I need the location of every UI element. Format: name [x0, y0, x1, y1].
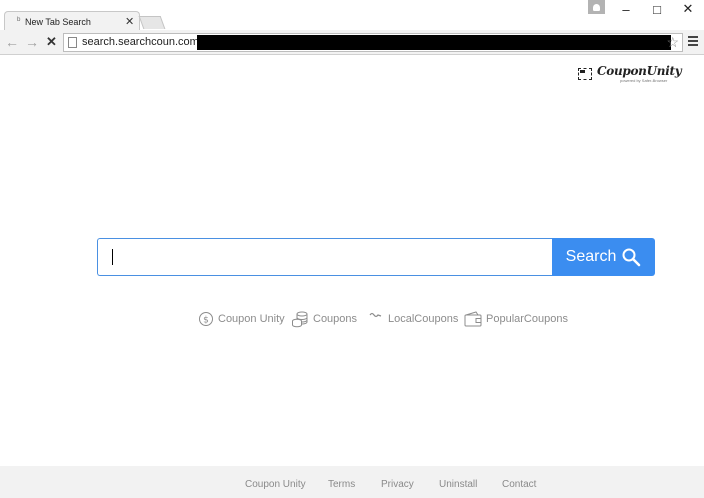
wallet-icon — [464, 311, 482, 327]
minimize-button[interactable]: – — [611, 0, 641, 18]
quicklink-label: PopularCoupons — [486, 313, 568, 325]
dollar-coin-icon: $ — [199, 312, 213, 326]
coin-stack-icon — [292, 311, 308, 328]
stop-button[interactable]: ✕ — [46, 34, 57, 50]
close-window-button[interactable]: ✕ — [673, 0, 703, 18]
browser-tab[interactable]: ᵇ New Tab Search ✕ — [4, 11, 140, 31]
quicklink-coupons[interactable]: Coupons — [291, 309, 357, 329]
search-button-label: Search — [565, 248, 617, 265]
footer-link-terms[interactable]: Terms — [328, 479, 355, 490]
tab-favicon-icon: ᵇ — [17, 15, 21, 25]
local-coupons-icon — [369, 312, 382, 318]
quicklink-popular-coupons[interactable]: PopularCoupons — [464, 309, 568, 329]
title-bar: ᵇ New Tab Search ✕ – □ ✕ — [0, 0, 704, 31]
tab-close-icon[interactable]: ✕ — [125, 15, 134, 28]
tab-title: New Tab Search — [25, 17, 91, 27]
logo-name: CouponUnity — [597, 64, 682, 78]
new-tab-button[interactable] — [138, 16, 166, 29]
url-redaction — [197, 35, 671, 50]
url-text: search.searchcoun.com — [82, 36, 199, 48]
bookmark-star-icon[interactable]: ☆ — [666, 34, 679, 51]
footer-link-privacy[interactable]: Privacy — [381, 479, 414, 490]
search-button[interactable]: Search — [552, 238, 655, 276]
logo-mark-icon — [578, 68, 592, 80]
footer-link-uninstall[interactable]: Uninstall — [439, 479, 477, 490]
forward-button[interactable]: → — [25, 34, 39, 50]
search-icon — [622, 248, 641, 267]
address-bar[interactable]: search.searchcoun.com ☆ — [63, 33, 683, 52]
footer-link-coupon-unity[interactable]: Coupon Unity — [245, 479, 306, 490]
quicklink-label: LocalCoupons — [388, 313, 459, 325]
page-icon — [68, 37, 77, 48]
browser-toolbar: ← → ✕ search.searchcoun.com ☆ — [0, 30, 704, 55]
search-form: Search — [97, 238, 655, 276]
couponunity-logo: CouponUnity powered by Safer-Browser — [576, 64, 684, 86]
quicklink-coupon-unity[interactable]: $ Coupon Unity — [198, 309, 285, 329]
browser-menu-icon[interactable] — [688, 36, 698, 48]
footer-link-contact[interactable]: Contact — [502, 479, 536, 490]
logo-tagline: powered by Safer-Browser — [620, 78, 668, 83]
maximize-button[interactable]: □ — [642, 0, 672, 18]
quicklink-label: Coupon Unity — [218, 313, 285, 325]
back-button[interactable]: ← — [5, 34, 19, 50]
quicklink-label: Coupons — [313, 313, 358, 325]
page-footer: Coupon Unity Terms Privacy Uninstall Con… — [0, 466, 704, 498]
search-input[interactable] — [97, 238, 553, 276]
text-caret — [112, 249, 113, 265]
svg-text:$: $ — [203, 316, 209, 326]
quicklink-local-coupons[interactable]: LocalCoupons — [368, 309, 458, 329]
user-profile-icon[interactable] — [588, 0, 605, 14]
